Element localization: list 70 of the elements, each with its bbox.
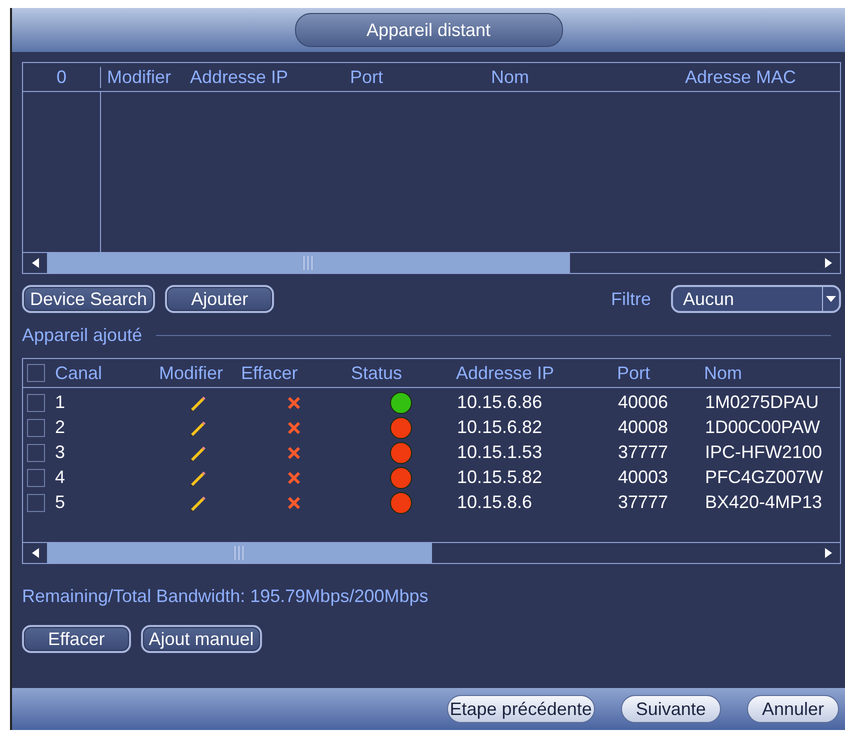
pencil-icon[interactable]: [188, 394, 206, 412]
left-arrow-icon[interactable]: [32, 258, 38, 268]
delete-icon[interactable]: [286, 446, 300, 460]
row-checkbox[interactable]: [27, 418, 45, 436]
table-cell: IPC-HFW2100: [705, 442, 822, 463]
table-cell: 10.15.5.82: [457, 467, 542, 488]
pencil-icon[interactable]: [188, 444, 206, 462]
grip-icon: [302, 256, 314, 270]
row-checkbox[interactable]: [27, 494, 45, 512]
column-header: Addresse IP: [189, 66, 290, 88]
row-checkbox[interactable]: [27, 468, 45, 486]
delete-icon[interactable]: [286, 396, 300, 410]
column-header: Nom: [703, 362, 744, 384]
table-cell: 3: [55, 442, 66, 463]
row-checkbox[interactable]: [27, 394, 45, 412]
table-cell: PFC4GZ007W: [705, 467, 824, 488]
previous-step-button[interactable]: Etape précédente: [446, 695, 595, 723]
right-arrow-icon[interactable]: [824, 258, 832, 268]
table-cell: 40003: [618, 467, 668, 488]
window-title: Appareil distant: [294, 13, 562, 47]
column-header: Canal: [55, 362, 102, 384]
delete-icon[interactable]: [286, 420, 300, 434]
table-cell: 1: [55, 392, 66, 413]
table-cell: 10.15.1.53: [457, 442, 542, 463]
table-cell: 2: [55, 417, 66, 438]
table-cell: 10.15.6.82: [457, 417, 542, 438]
table-cell: 4: [55, 467, 66, 488]
column-header: Modifier: [106, 66, 172, 88]
column-header: Port: [349, 66, 384, 88]
scroll-thumb[interactable]: [47, 253, 570, 273]
column-header: Nom: [490, 66, 530, 88]
device-search-button[interactable]: Device Search: [22, 285, 156, 313]
manual-add-button[interactable]: Ajout manuel: [140, 625, 262, 653]
column-header: Port: [616, 362, 652, 384]
filter-label: Filtre: [611, 288, 651, 310]
table-cell: 1M0275DPAU: [705, 392, 819, 413]
grip-icon: [233, 546, 246, 560]
table-cell: 40006: [618, 392, 668, 413]
section-title: Appareil ajouté: [22, 325, 142, 346]
delete-icon[interactable]: [286, 496, 300, 510]
delete-icon[interactable]: [286, 470, 300, 484]
pencil-icon[interactable]: [188, 468, 206, 486]
column-header: Modifier: [158, 362, 224, 384]
table-cell: 40008: [618, 417, 668, 438]
table-cell: 10.15.8.6: [457, 492, 532, 513]
table-cell: 37777: [618, 442, 668, 463]
table-cell: 5: [55, 492, 66, 513]
filter-dropdown[interactable]: Aucun: [671, 285, 841, 313]
table-cell: 10.15.6.86: [457, 392, 542, 413]
pencil-icon[interactable]: [188, 418, 206, 436]
scroll-thumb[interactable]: [47, 543, 432, 563]
pencil-icon[interactable]: [188, 494, 206, 512]
bandwidth-text: Remaining/Total Bandwidth: 195.79Mbps/200Mbps: [22, 586, 428, 607]
column-header: 0: [23, 66, 101, 88]
add-button[interactable]: Ajouter: [165, 285, 274, 313]
next-button[interactable]: Suivante: [620, 695, 721, 723]
select-all-checkbox[interactable]: [27, 364, 45, 382]
column-header: Addresse IP: [455, 362, 556, 384]
delete-button[interactable]: Effacer: [22, 625, 131, 653]
cancel-button[interactable]: Annuler: [746, 695, 839, 723]
column-header: Status: [350, 362, 404, 384]
left-arrow-icon[interactable]: [32, 548, 38, 558]
row-checkbox[interactable]: [27, 444, 45, 462]
right-arrow-icon[interactable]: [824, 548, 832, 558]
table-cell: 1D00C00PAW: [705, 417, 820, 438]
column-header: Adresse MAC: [684, 66, 798, 88]
caret-icon: [826, 296, 836, 302]
table-cell: 37777: [618, 492, 668, 513]
column-header: Effacer: [240, 362, 299, 384]
table-cell: BX420-4MP13: [705, 492, 822, 513]
